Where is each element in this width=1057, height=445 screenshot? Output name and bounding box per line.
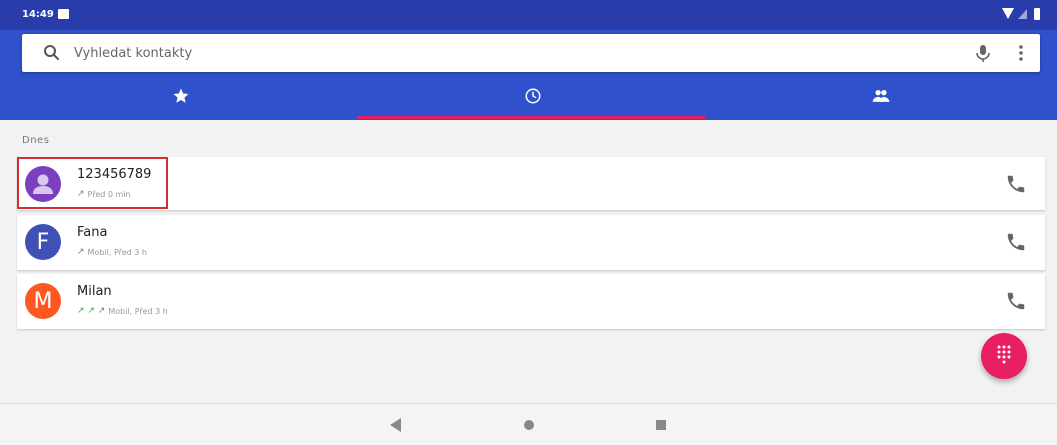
notification-icon — [58, 9, 69, 19]
wifi-icon — [1002, 8, 1014, 19]
avatar[interactable]: F — [25, 224, 61, 260]
call-time: Mobil, Před 3 h — [108, 306, 168, 316]
phone-icon[interactable] — [1005, 173, 1027, 195]
call-detail: ↗ ↗ ↗ Mobil, Před 3 h — [77, 306, 168, 316]
outgoing-call-icon: ↗ — [77, 247, 85, 257]
recents-icon[interactable] — [656, 420, 666, 430]
home-icon[interactable] — [524, 420, 534, 430]
star-icon — [172, 87, 190, 109]
section-header-today: Dnes — [22, 135, 50, 146]
status-bar: 14:49 — [0, 0, 1057, 30]
caller-name: Milan — [77, 284, 112, 299]
call-log-item[interactable]: F Fana ↗ Mobil, Před 3 h — [17, 215, 1045, 270]
tab-recents[interactable] — [357, 76, 709, 120]
phone-icon[interactable] — [1005, 290, 1027, 312]
avatar[interactable]: M — [25, 283, 61, 319]
tab-favorites[interactable] — [5, 76, 357, 120]
call-time: Mobil, Před 3 h — [87, 247, 147, 257]
mic-icon[interactable] — [972, 42, 994, 64]
more-vert-icon[interactable] — [1012, 42, 1030, 64]
outgoing-call-icon: ↗ ↗ ↗ — [77, 306, 106, 316]
caller-name: Fana — [77, 225, 108, 240]
back-icon[interactable] — [390, 418, 401, 432]
dialpad-icon — [996, 344, 1012, 368]
status-time: 14:49 — [22, 9, 54, 20]
highlight-box — [17, 157, 168, 209]
dialpad-button[interactable] — [981, 333, 1027, 379]
phone-icon[interactable] — [1005, 231, 1027, 253]
call-detail: ↗ Mobil, Před 3 h — [77, 247, 147, 257]
app-bar — [0, 30, 1057, 120]
search-bar[interactable] — [22, 34, 1040, 72]
call-log-item[interactable]: 123456789 ↗ Před 0 min — [17, 157, 1045, 210]
navigation-bar — [0, 403, 1057, 445]
battery-icon — [1034, 8, 1040, 20]
clock-icon — [524, 87, 542, 109]
selected-tab-indicator — [357, 116, 705, 119]
search-input[interactable] — [74, 42, 934, 64]
call-log-item[interactable]: M Milan ↗ ↗ ↗ Mobil, Před 3 h — [17, 274, 1045, 329]
contacts-icon — [871, 86, 891, 110]
search-icon[interactable] — [42, 43, 62, 63]
tab-contacts[interactable] — [705, 76, 1057, 120]
signal-icon — [1018, 9, 1027, 19]
